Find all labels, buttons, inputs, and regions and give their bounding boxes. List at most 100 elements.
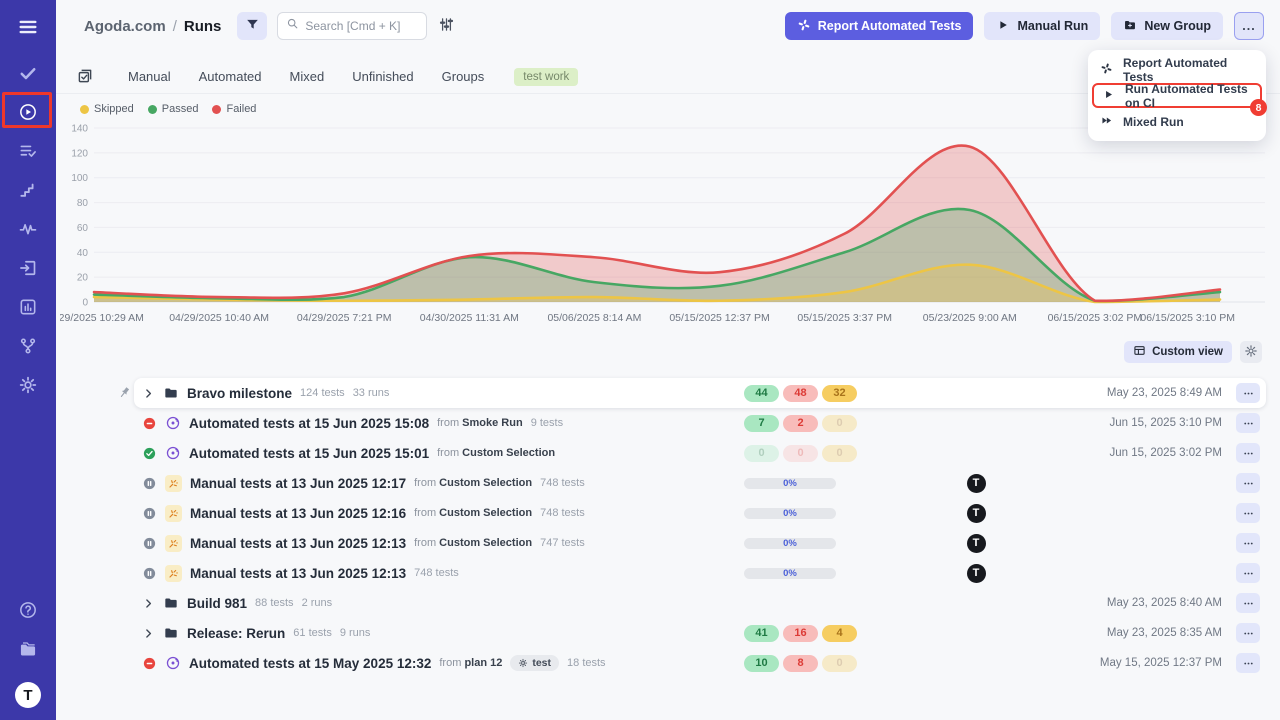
table-row[interactable]: Manual tests at 13 Jun 2025 12:17from Cu… (134, 468, 1266, 498)
table-row[interactable]: Manual tests at 13 Jun 2025 12:13from Cu… (134, 528, 1266, 558)
run-title[interactable]: Manual tests at 13 Jun 2025 12:16 (190, 506, 406, 521)
menu-item-report-automated-tests[interactable]: Report Automated Tests (1088, 57, 1266, 82)
new-group-button[interactable]: New Group (1111, 12, 1223, 40)
run-title[interactable]: Manual tests at 13 Jun 2025 12:17 (190, 476, 406, 491)
table-row[interactable]: Manual tests at 13 Jun 2025 12:13748 tes… (134, 558, 1266, 588)
table-row[interactable]: Release: Rerun61 tests9 runs41164May 23,… (134, 618, 1266, 648)
run-meta: 747 tests (540, 537, 585, 549)
row-more-button[interactable] (1236, 383, 1260, 403)
tune-filters-button[interactable] (433, 13, 459, 39)
gear-icon (1244, 344, 1258, 361)
count-failed-badge: 2 (783, 415, 818, 432)
filter-tag-test-work[interactable]: test work (514, 68, 578, 86)
app-logo[interactable]: T (15, 682, 41, 708)
folder-icon (163, 385, 179, 401)
row-more-button[interactable] (1236, 473, 1260, 493)
breadcrumb-project[interactable]: Agoda.com (84, 18, 166, 35)
run-counts: 0% (726, 568, 876, 579)
table-row[interactable]: Build 98188 tests2 runsMay 23, 2025 8:40… (134, 588, 1266, 618)
sidebar-item-steps[interactable] (10, 175, 46, 205)
sidebar-item-help[interactable] (10, 595, 46, 625)
run-title[interactable]: Release: Rerun (187, 626, 285, 641)
table-row[interactable]: Automated tests at 15 Jun 2025 15:01from… (134, 438, 1266, 468)
tab-groups[interactable]: Groups (428, 69, 499, 84)
table-row[interactable]: Automated tests at 15 Jun 2025 15:08from… (134, 408, 1266, 438)
avatar[interactable]: T (967, 534, 986, 553)
run-title[interactable]: Automated tests at 15 May 2025 12:32 (189, 656, 431, 671)
row-more-button[interactable] (1236, 563, 1260, 583)
play-icon (996, 18, 1010, 35)
table-row[interactable]: Manual tests at 13 Jun 2025 12:16from Cu… (134, 498, 1266, 528)
avatar[interactable]: T (967, 564, 986, 583)
row-more-button[interactable] (1236, 443, 1260, 463)
chevron-right-icon[interactable] (142, 627, 155, 640)
row-more-button[interactable] (1236, 533, 1260, 553)
filter-button[interactable] (237, 12, 267, 40)
run-title[interactable]: Automated tests at 15 Jun 2025 15:08 (189, 416, 429, 431)
run-title[interactable]: Bravo milestone (187, 386, 292, 401)
folder-icon (163, 595, 179, 611)
avatar[interactable]: T (967, 504, 986, 523)
count-passed-badge: 10 (744, 655, 779, 672)
breadcrumb-separator: / (173, 18, 177, 35)
run-tag[interactable]: test (510, 655, 559, 671)
sidebar-item-list-check[interactable] (10, 136, 46, 166)
svg-text:80: 80 (77, 198, 89, 209)
menu-item-label: Mixed Run (1123, 115, 1184, 129)
run-counts: 444832 (726, 385, 876, 402)
row-more-button[interactable] (1236, 413, 1260, 433)
search-input[interactable] (305, 19, 418, 33)
count-passed-badge: 44 (744, 385, 779, 402)
menu-item-run-automated-tests-on-ci[interactable]: Run Automated Tests on CI8 (1092, 83, 1262, 108)
manual-run-button[interactable]: Manual Run (984, 12, 1100, 40)
sidebar-item-check[interactable] (10, 58, 46, 88)
row-left: Build 98188 tests2 runs (134, 595, 726, 611)
svg-text:40: 40 (77, 248, 89, 259)
sidebar-item-import[interactable] (10, 253, 46, 283)
task-check-icon (76, 67, 96, 87)
menu-item-mixed-run[interactable]: Mixed Run (1088, 109, 1266, 134)
table-row[interactable]: Bravo milestone124 tests33 runs444832May… (134, 378, 1266, 408)
more-actions-button[interactable]: ... (1234, 12, 1264, 40)
chevron-right-icon[interactable] (142, 387, 155, 400)
run-title[interactable]: Build 981 (187, 596, 247, 611)
row-more-button[interactable] (1236, 503, 1260, 523)
run-counts: 41164 (726, 625, 876, 642)
svg-text:05/15/2025 12:37 PM: 05/15/2025 12:37 PM (669, 312, 769, 324)
sidebar-item-projects[interactable] (10, 634, 46, 664)
tab-unfinished[interactable]: Unfinished (338, 69, 427, 84)
run-meta: 18 tests (567, 657, 606, 669)
sidebar-item-branch[interactable] (10, 331, 46, 361)
table-row[interactable]: Automated tests at 15 May 2025 12:32from… (134, 648, 1266, 678)
new-group-label: New Group (1144, 19, 1211, 33)
sidebar-item-menu[interactable] (10, 12, 46, 42)
run-assignee: T (876, 534, 1076, 553)
run-counts: 0% (726, 538, 876, 549)
sidebar-item-gear[interactable] (10, 370, 46, 400)
folder-plus-icon (1123, 18, 1137, 35)
custom-view-button[interactable]: Custom view (1124, 341, 1232, 363)
tab-automated[interactable]: Automated (185, 69, 276, 84)
automated-run-icon (165, 415, 181, 431)
sidebar-item-pulse[interactable] (10, 214, 46, 244)
chevron-right-icon[interactable] (142, 597, 155, 610)
sidebar-item-analytics[interactable] (10, 292, 46, 322)
avatar[interactable]: T (967, 474, 986, 493)
svg-text:120: 120 (71, 148, 88, 159)
run-title[interactable]: Manual tests at 13 Jun 2025 12:13 (190, 566, 406, 581)
run-meta: 88 tests (255, 597, 294, 609)
row-left: Automated tests at 15 Jun 2025 15:01from… (134, 445, 726, 461)
row-left: Manual tests at 13 Jun 2025 12:16from Cu… (134, 505, 726, 522)
run-title[interactable]: Manual tests at 13 Jun 2025 12:13 (190, 536, 406, 551)
run-title[interactable]: Automated tests at 15 Jun 2025 15:01 (189, 446, 429, 461)
report-automated-tests-button[interactable]: Report Automated Tests (785, 12, 974, 40)
view-settings-gear-button[interactable] (1240, 341, 1262, 363)
count-skipped-badge: 32 (822, 385, 857, 402)
topbar: Agoda.com / Runs Report Automated Tests … (56, 0, 1280, 52)
row-more-button[interactable] (1236, 653, 1260, 673)
tab-mixed[interactable]: Mixed (276, 69, 339, 84)
sidebar-item-runs-play[interactable] (10, 97, 46, 127)
row-more-button[interactable] (1236, 623, 1260, 643)
tab-manual[interactable]: Manual (114, 69, 185, 84)
row-more-button[interactable] (1236, 593, 1260, 613)
